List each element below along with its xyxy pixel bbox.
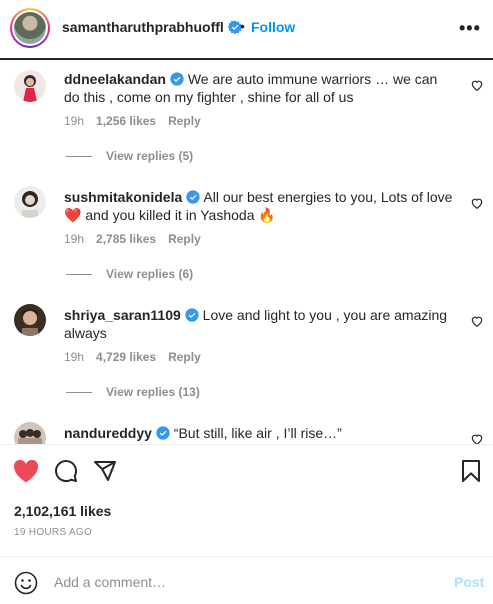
commenter-avatar[interactable] bbox=[14, 186, 46, 218]
like-heart-icon[interactable] bbox=[13, 459, 39, 483]
separator-dot: • bbox=[240, 18, 245, 34]
view-replies-label: View replies (6) bbox=[106, 267, 194, 281]
post-timestamp[interactable]: 19 HOURS AGO bbox=[14, 527, 92, 538]
comment-input[interactable] bbox=[54, 571, 434, 593]
comment-like-heart-icon[interactable] bbox=[470, 78, 484, 92]
comment-body: nandureddyy “But still, like air , I’ll … bbox=[64, 424, 454, 442]
verified-badge-icon bbox=[186, 190, 200, 204]
follow-button[interactable]: Follow bbox=[251, 19, 295, 35]
commenter-username[interactable]: nandureddyy bbox=[64, 425, 152, 441]
post-header: samantharuthprabhuoffl • Follow ••• bbox=[0, 0, 493, 60]
comment-meta: 19h 4,729 likes Reply bbox=[64, 350, 213, 364]
reply-button[interactable]: Reply bbox=[168, 114, 201, 128]
comment-likes[interactable]: 2,785 likes bbox=[96, 232, 156, 246]
reply-button[interactable]: Reply bbox=[168, 350, 201, 364]
reply-button[interactable]: Reply bbox=[168, 232, 201, 246]
comment-time[interactable]: 19h bbox=[64, 114, 84, 128]
commenter-username[interactable]: shriya_saran1109 bbox=[64, 307, 181, 323]
comment-time[interactable]: 19h bbox=[64, 350, 84, 364]
view-replies-label: View replies (5) bbox=[106, 149, 194, 163]
commenter-username[interactable]: ddneelakandan bbox=[64, 71, 166, 87]
comment-meta: 19h 1,256 likes Reply bbox=[64, 114, 213, 128]
comment-body: ddneelakandan We are auto immune warrior… bbox=[64, 70, 454, 106]
comment-icon[interactable] bbox=[54, 459, 78, 483]
post-button[interactable]: Post bbox=[454, 574, 484, 590]
save-bookmark-icon[interactable] bbox=[460, 459, 482, 483]
view-replies-button[interactable]: View replies (5) bbox=[66, 149, 193, 163]
comment-body: shriya_saran1109 Love and light to you ,… bbox=[64, 306, 454, 342]
view-replies-button[interactable]: View replies (6) bbox=[66, 267, 193, 281]
replies-divider bbox=[66, 392, 92, 394]
commenter-username[interactable]: sushmitakonidela bbox=[64, 189, 182, 205]
verified-badge-icon bbox=[156, 426, 170, 440]
view-replies-label: View replies (13) bbox=[106, 385, 200, 399]
comment-body: sushmitakonidela All our best energies t… bbox=[64, 188, 454, 224]
author-avatar[interactable] bbox=[10, 8, 50, 48]
post-actions: 2,102,161 likes 19 HOURS AGO Post bbox=[0, 444, 493, 595]
comment-meta: 19h 2,785 likes Reply bbox=[64, 232, 213, 246]
emoji-icon[interactable] bbox=[14, 571, 38, 595]
likes-count[interactable]: 2,102,161 likes bbox=[14, 503, 111, 519]
author-username-row[interactable]: samantharuthprabhuoffl bbox=[62, 19, 242, 35]
comment-likes[interactable]: 4,729 likes bbox=[96, 350, 156, 364]
comment-like-heart-icon[interactable] bbox=[470, 432, 484, 444]
comment-time[interactable]: 19h bbox=[64, 232, 84, 246]
commenter-avatar[interactable] bbox=[14, 422, 46, 444]
comment-like-heart-icon[interactable] bbox=[470, 314, 484, 328]
add-comment-bar: Post bbox=[0, 556, 493, 604]
commenter-avatar[interactable] bbox=[14, 304, 46, 336]
more-options-button[interactable]: ••• bbox=[459, 18, 481, 39]
replies-divider bbox=[66, 156, 92, 158]
replies-divider bbox=[66, 274, 92, 276]
comment-likes[interactable]: 1,256 likes bbox=[96, 114, 156, 128]
verified-badge-icon bbox=[185, 308, 199, 322]
comment-like-heart-icon[interactable] bbox=[470, 196, 484, 210]
share-send-icon[interactable] bbox=[93, 459, 117, 483]
view-replies-button[interactable]: View replies (13) bbox=[66, 385, 200, 399]
comment-item: nandureddyy “But still, like air , I’ll … bbox=[0, 422, 493, 444]
commenter-avatar[interactable] bbox=[14, 70, 46, 102]
author-username[interactable]: samantharuthprabhuoffl bbox=[62, 19, 224, 35]
verified-badge-icon bbox=[170, 72, 184, 86]
comment-text: “But still, like air , I’ll rise…” bbox=[173, 425, 342, 441]
